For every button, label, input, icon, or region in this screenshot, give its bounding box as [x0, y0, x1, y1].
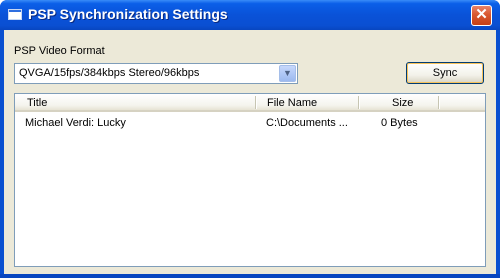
- video-format-dropdown[interactable]: QVGA/15fps/384kbps Stereo/96kbps ▼: [14, 63, 298, 84]
- window-frame-bottom: [0, 274, 500, 278]
- sync-button[interactable]: Sync: [406, 62, 484, 84]
- column-divider[interactable]: [255, 96, 257, 109]
- column-divider[interactable]: [358, 96, 360, 109]
- settings-window: PSP Synchronization Settings ✕ PSP Video…: [0, 0, 500, 278]
- column-divider[interactable]: [438, 96, 440, 109]
- title-bar[interactable]: PSP Synchronization Settings ✕: [0, 0, 500, 30]
- cell-size: 0 Bytes: [381, 117, 418, 129]
- dialog-body: PSP Video Format QVGA/15fps/384kbps Ster…: [4, 30, 496, 274]
- window-icon: [8, 9, 22, 20]
- dropdown-button[interactable]: ▼: [279, 65, 296, 82]
- column-header-title[interactable]: Title: [27, 97, 47, 109]
- cell-file-name: C:\Documents ...: [266, 117, 348, 129]
- window-title: PSP Synchronization Settings: [28, 6, 228, 22]
- video-format-value: QVGA/15fps/384kbps Stereo/96kbps: [19, 67, 200, 79]
- chevron-down-icon: ▼: [283, 68, 292, 78]
- list-header: Title File Name Size: [15, 94, 485, 112]
- close-icon: ✕: [475, 6, 488, 23]
- cell-title: Michael Verdi: Lucky: [25, 117, 126, 129]
- column-header-size[interactable]: Size: [392, 97, 413, 109]
- video-format-label: PSP Video Format: [14, 45, 105, 57]
- video-list[interactable]: Title File Name Size Michael Verdi: Luck…: [14, 93, 486, 267]
- close-button[interactable]: ✕: [471, 5, 492, 26]
- column-header-file-name[interactable]: File Name: [267, 97, 317, 109]
